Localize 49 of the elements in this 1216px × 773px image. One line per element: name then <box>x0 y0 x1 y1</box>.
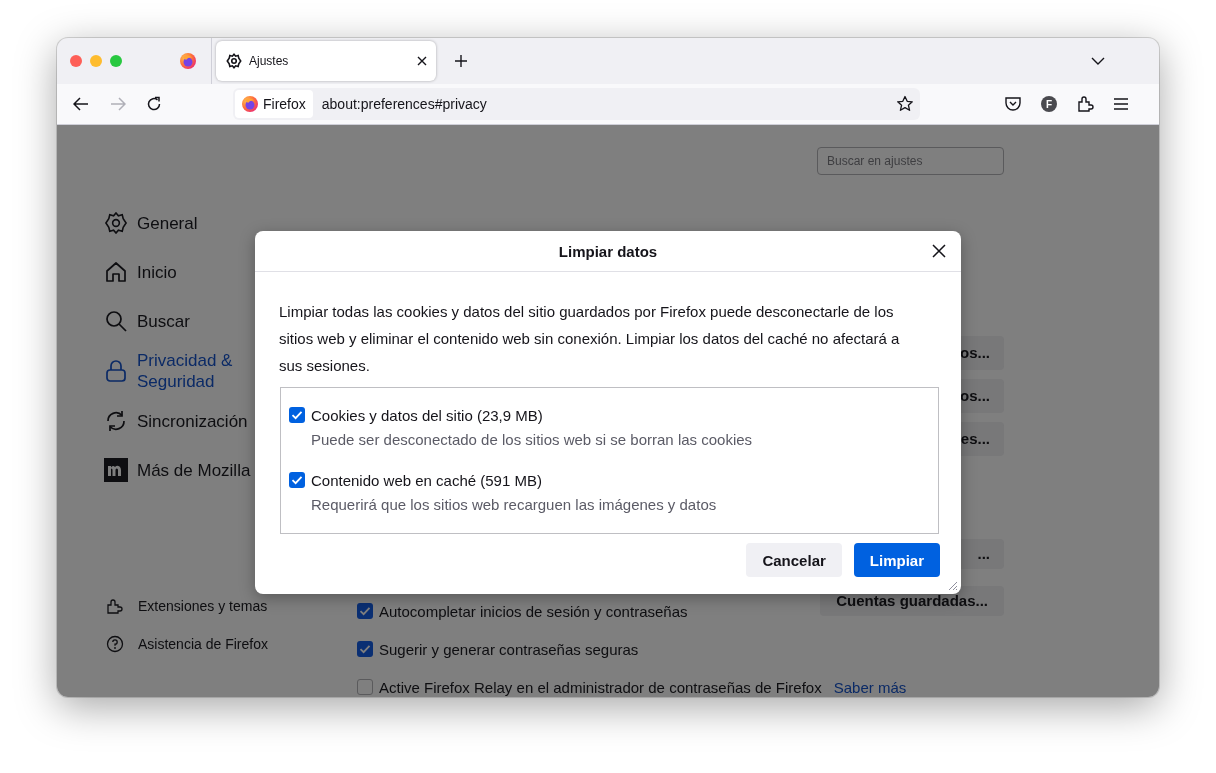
search-field[interactable]: Buscar en ajustes <box>817 147 1004 175</box>
close-button[interactable] <box>931 243 947 259</box>
checkbox-label: Autocompletar inicios de sesión y contraseñas <box>379 602 688 620</box>
option-description: Puede ser desconectado de los sitios web si se borran las cookies <box>310 430 754 450</box>
lock-icon <box>104 359 128 383</box>
sidebar-link[interactable]: Asistencia de Firefox <box>104 634 340 654</box>
firefox-tab-icon[interactable] <box>179 52 197 70</box>
sidebar-link[interactable]: Extensiones y temas <box>104 596 340 616</box>
close-icon <box>931 243 947 259</box>
puzzle-icon <box>106 597 124 615</box>
browser-tab[interactable]: Ajustes <box>216 41 436 81</box>
confirm-button[interactable]: Limpiar <box>853 543 940 577</box>
close-icon[interactable] <box>416 55 428 67</box>
help-icon <box>106 635 124 653</box>
dialog-description: Limpiar todas las cookies y datos del sitio guardados por Firefox puede desconectarle de los sitios web y eliminar el contenido web sin conexión. Limpiar los datos del caché no afectará a sus sesiones. <box>279 302 901 376</box>
address-bar[interactable]: Firefox about:preferences#privacy <box>233 88 920 120</box>
checkbox-label: Active Firefox Relay en el administrador de contraseñas de Firefox <box>379 678 822 696</box>
sidebar-item[interactable]: General <box>104 203 340 243</box>
cancel-button[interactable]: Cancelar <box>746 543 842 577</box>
option-description: Requerirá que los sitios web recarguen las imágenes y datos <box>310 495 718 515</box>
checkbox[interactable] <box>289 472 305 488</box>
checkbox[interactable] <box>289 407 305 423</box>
sync-icon <box>104 409 128 433</box>
checkbox[interactable] <box>357 641 373 657</box>
chevron-down-icon[interactable] <box>1091 56 1105 66</box>
checkbox-label: Cookies y datos del sitio (23,9 MB) <box>311 406 543 424</box>
close-window-button[interactable] <box>70 55 82 67</box>
new-tab-icon[interactable] <box>454 54 468 68</box>
checkbox-label: Sugerir y generar contraseñas seguras <box>379 640 639 658</box>
account-avatar[interactable]: F <box>1041 96 1057 112</box>
star-icon[interactable] <box>896 95 914 113</box>
identity-button[interactable]: Firefox <box>235 90 313 118</box>
sidebar-item[interactable]: Inicio <box>104 252 340 292</box>
forward-arrow-icon <box>110 97 126 111</box>
gear-icon <box>226 53 242 69</box>
reload-icon <box>146 96 162 112</box>
learn-more-link[interactable]: Saber más <box>833 678 907 696</box>
checkbox-label: Contenido web en caché (591 MB) <box>311 471 542 489</box>
checkbox[interactable] <box>357 603 373 619</box>
checkbox[interactable] <box>357 679 373 695</box>
firefox-icon <box>241 95 259 113</box>
dialog-title: Limpiar datos <box>558 242 658 260</box>
house-icon <box>104 260 128 284</box>
mozilla-m-icon <box>104 458 128 482</box>
resize-grip-icon[interactable] <box>946 579 958 591</box>
search-icon <box>104 309 128 333</box>
gear-icon <box>104 211 128 235</box>
back-arrow-icon <box>73 97 89 111</box>
url-text: about:preferences#privacy <box>321 96 488 112</box>
